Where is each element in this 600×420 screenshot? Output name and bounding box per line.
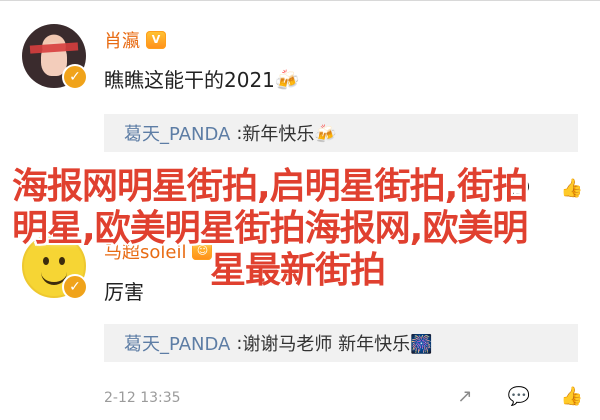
comment-text: 瞧瞧这能干的2021🍻 xyxy=(104,68,300,92)
comment-timestamp: 2-12 13:35 xyxy=(104,390,181,406)
comment-actions: ↗ 💬 👍 xyxy=(430,385,600,419)
weibo-comment-page: ✓ 肖瀛 V 瞧瞧这能干的2021🍻 葛天_PANDA : 新年快乐🍻 ↗ 💬 … xyxy=(0,0,600,420)
top-divider xyxy=(0,0,600,9)
overlay-line-1: 海报网明星街拍,启明星街拍,街拍 xyxy=(12,166,528,207)
avatar-headband xyxy=(29,42,79,54)
comment-icon[interactable]: 💬 xyxy=(507,385,531,409)
reply-preview[interactable]: 葛天_PANDA : 新年快乐🍻 xyxy=(104,114,578,152)
reply-preview[interactable]: 葛天_PANDA : 谢谢马老师 新年快乐🎆 xyxy=(104,324,578,362)
username-text[interactable]: 肖瀛 xyxy=(104,27,140,53)
reply-text: 新年快乐🍻 xyxy=(242,124,337,145)
reply-username[interactable]: 葛天_PANDA xyxy=(124,120,230,146)
username[interactable]: 肖瀛 V xyxy=(104,27,166,53)
reply-text: 谢谢马老师 新年快乐🎆 xyxy=(242,334,433,355)
verified-badge-icon: ✓ xyxy=(62,64,88,90)
overlay-line-3: 星最新街拍 xyxy=(210,250,386,291)
overlay-text: 海报网明星街拍,启明星街拍,街拍 明星,欧美明星街拍海报网,欧美明 星最新街拍 xyxy=(12,166,588,292)
overlay-line-2: 明星,欧美明星街拍海报网,欧美明 xyxy=(12,208,528,249)
reply-username[interactable]: 葛天_PANDA xyxy=(124,330,230,356)
vip-badge-icon: V xyxy=(146,31,166,49)
like-icon[interactable]: 👍 xyxy=(560,385,584,409)
share-icon[interactable]: ↗ xyxy=(453,385,477,409)
avatar[interactable]: ✓ xyxy=(22,24,88,90)
